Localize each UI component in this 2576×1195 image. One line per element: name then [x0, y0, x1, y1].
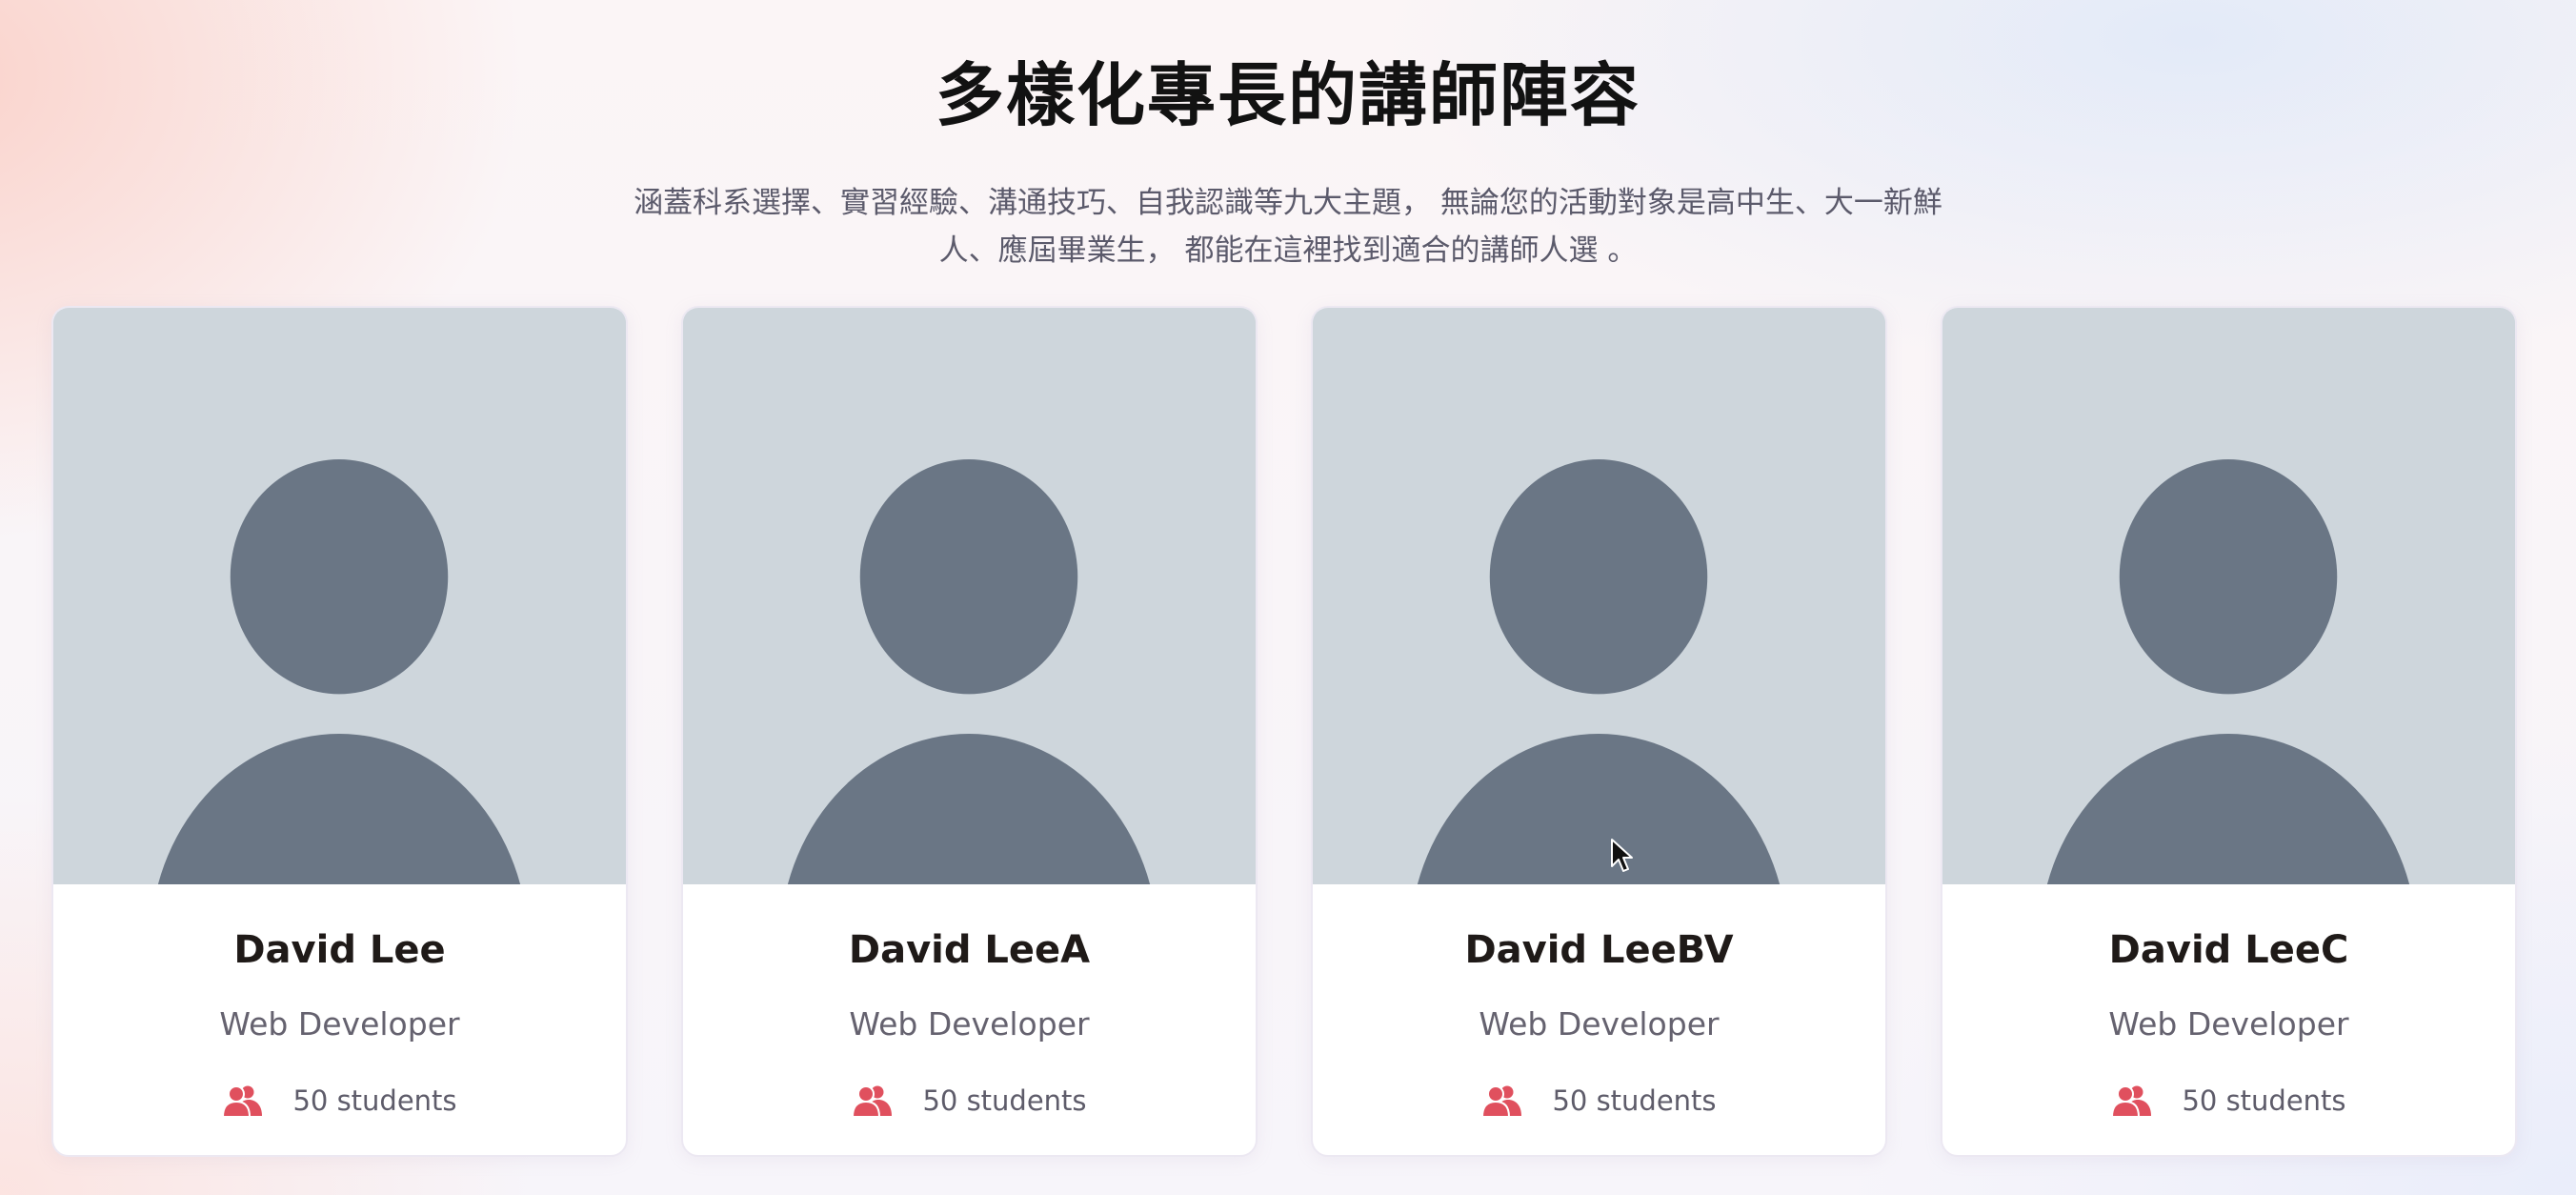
person-silhouette-icon — [1942, 310, 2515, 884]
instructor-role: Web Developer — [219, 1005, 460, 1043]
instructor-name: David LeeA — [848, 928, 1091, 972]
students-label: 50 students — [2182, 1084, 2346, 1117]
instructor-role: Web Developer — [849, 1005, 1090, 1043]
students-label: 50 students — [1552, 1084, 1717, 1117]
student-count: 50 students — [53, 1078, 626, 1124]
instructor-name: David LeeC — [2108, 928, 2349, 972]
students-label: 50 students — [292, 1084, 457, 1117]
instructor-card-list: David Lee Web Developer 50 students Davi… — [51, 306, 2519, 1157]
users-icon — [1481, 1084, 1523, 1117]
instructor-name: David Lee — [233, 928, 446, 972]
student-count: 50 students — [1942, 1078, 2515, 1124]
avatar-placeholder — [683, 308, 1256, 884]
instructor-role: Web Developer — [1479, 1005, 1720, 1043]
students-label: 50 students — [922, 1084, 1087, 1117]
avatar-placeholder — [1313, 308, 1885, 884]
student-count: 50 students — [683, 1078, 1256, 1124]
person-silhouette-icon — [1313, 310, 1885, 884]
mouse-cursor-icon — [1611, 839, 1633, 872]
person-silhouette-icon — [683, 310, 1256, 884]
instructor-card[interactable]: David LeeBV Web Developer 50 students — [1311, 306, 1887, 1157]
person-silhouette-icon — [53, 310, 626, 884]
users-icon — [2111, 1084, 2153, 1117]
instructor-card[interactable]: David Lee Web Developer 50 students — [51, 306, 628, 1157]
instructor-role: Web Developer — [2108, 1005, 2349, 1043]
student-count: 50 students — [1313, 1078, 1885, 1124]
instructor-card[interactable]: David LeeC Web Developer 50 students — [1941, 306, 2517, 1157]
users-icon — [852, 1084, 894, 1117]
instructor-card[interactable]: David LeeA Web Developer 50 students — [681, 306, 1258, 1157]
section-title: 多樣化專長的講師陣容 — [935, 55, 1640, 135]
avatar-placeholder — [1942, 308, 2515, 884]
users-icon — [222, 1084, 264, 1117]
avatar-placeholder — [53, 308, 626, 884]
instructor-name: David LeeBV — [1464, 928, 1734, 972]
section-description: 涵蓋科系選擇、實習經驗、溝通技巧、自我認識等九大主題， 無論您的活動對象是高中生… — [634, 186, 1942, 268]
